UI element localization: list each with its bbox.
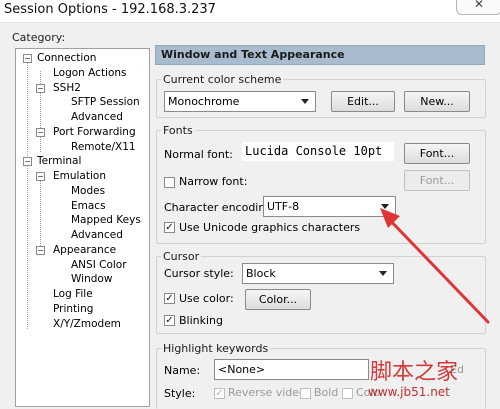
narrow-font-button[interactable]: Font... xyxy=(404,170,470,191)
highlight-name-label: Name: xyxy=(164,364,201,377)
watermark-logo: 脚本之家 xyxy=(370,360,459,385)
window-title: Session Options - 192.168.3.237 xyxy=(4,2,216,17)
new-scheme-button[interactable]: New... xyxy=(404,91,470,112)
highlight-style-label: Style: xyxy=(164,387,196,400)
expander-icon[interactable]: − xyxy=(36,128,45,137)
tree-item-window[interactable]: Window xyxy=(71,273,112,286)
cursor-style-label: Cursor style: xyxy=(164,267,234,280)
expander-icon[interactable]: − xyxy=(23,157,32,166)
chevron-down-icon xyxy=(301,99,309,104)
category-tree[interactable]: − Connection Logon Actions − SSH2 SFTP S… xyxy=(15,48,150,407)
highlight-group-title: Highlight keywords xyxy=(161,342,271,355)
tree-item-xyz-modem[interactable]: X/Y/Zmodem xyxy=(53,318,121,331)
highlight-name-value: <None> xyxy=(218,363,266,376)
tree-item-logon-actions[interactable]: Logon Actions xyxy=(53,67,127,80)
use-color-label: Use color: xyxy=(179,292,234,305)
narrow-font-label: Narrow font: xyxy=(179,175,248,188)
expander-icon[interactable]: − xyxy=(23,54,32,63)
narrow-font-checkbox[interactable] xyxy=(164,177,175,188)
close-icon: ✕ xyxy=(473,0,485,11)
expander-icon[interactable]: − xyxy=(36,84,45,93)
cursor-style-value: Block xyxy=(246,267,276,280)
cursor-color-button[interactable]: Color... xyxy=(245,289,311,310)
normal-font-button[interactable]: Font... xyxy=(404,143,470,164)
color-checkbox[interactable] xyxy=(342,388,353,399)
color-scheme-select[interactable]: Monochrome xyxy=(164,91,316,112)
expander-icon[interactable]: − xyxy=(36,172,45,181)
close-button[interactable]: ✕ xyxy=(456,0,500,15)
watermark-url: www.jb51.net xyxy=(368,385,450,399)
tree-connector xyxy=(27,62,28,156)
bold-label: Bold xyxy=(314,386,339,399)
cursor-group-title: Cursor xyxy=(161,250,202,263)
tree-item-port-forwarding[interactable]: Port Forwarding xyxy=(53,126,136,139)
panel-header-title: Window and Text Appearance xyxy=(161,48,345,61)
encoding-value: UTF-8 xyxy=(267,200,300,213)
unicode-graphics-label: Use Unicode graphics characters xyxy=(179,221,361,234)
blinking-checkbox[interactable]: ✓ xyxy=(164,315,175,326)
blinking-label: Blinking xyxy=(179,314,224,327)
highlight-name-select[interactable]: <None> xyxy=(214,359,369,380)
tree-item-remote-x11[interactable]: Remote/X11 xyxy=(71,141,136,154)
tree-item-ssh2-advanced[interactable]: Advanced xyxy=(71,111,123,124)
normal-font-label: Normal font: xyxy=(164,148,233,161)
bold-checkbox[interactable] xyxy=(300,388,311,399)
tree-item-ansi-color[interactable]: ANSI Color xyxy=(71,259,127,272)
tree-item-printing[interactable]: Printing xyxy=(53,303,93,316)
tree-item-terminal[interactable]: Terminal xyxy=(37,155,81,168)
unicode-graphics-checkbox[interactable]: ✓ xyxy=(164,222,175,233)
tree-item-log-file[interactable]: Log File xyxy=(53,288,93,301)
annotation-arrow-icon xyxy=(380,208,490,324)
tree-connector xyxy=(27,164,28,329)
tree-item-appearance[interactable]: Appearance xyxy=(53,244,116,257)
normal-font-display: Lucida Console 10pt xyxy=(242,142,394,161)
fonts-group-title: Fonts xyxy=(161,124,195,137)
category-label: Category: xyxy=(12,31,66,44)
reverse-video-checkbox[interactable]: ✓ xyxy=(214,388,225,399)
tree-item-emulation-advanced[interactable]: Advanced xyxy=(71,229,123,242)
reverse-video-label: Reverse video xyxy=(228,386,306,399)
tree-item-emacs[interactable]: Emacs xyxy=(71,200,106,213)
expander-icon[interactable]: − xyxy=(36,246,45,255)
use-color-checkbox[interactable]: ✓ xyxy=(164,293,175,304)
tree-item-connection[interactable]: Connection xyxy=(37,52,96,65)
tree-item-ssh2[interactable]: SSH2 xyxy=(53,82,81,95)
tree-item-mapped-keys[interactable]: Mapped Keys xyxy=(71,214,141,227)
encoding-label: Character encoding: xyxy=(164,201,277,214)
tree-item-emulation[interactable]: Emulation xyxy=(53,170,106,183)
tree-item-modes[interactable]: Modes xyxy=(71,185,105,198)
edit-scheme-button[interactable]: Edit... xyxy=(331,91,395,112)
tree-connector xyxy=(40,177,41,250)
tree-item-sftp-session[interactable]: SFTP Session xyxy=(71,96,140,109)
color-scheme-value: Monochrome xyxy=(168,95,240,108)
color-scheme-group-title: Current color scheme xyxy=(161,73,284,86)
